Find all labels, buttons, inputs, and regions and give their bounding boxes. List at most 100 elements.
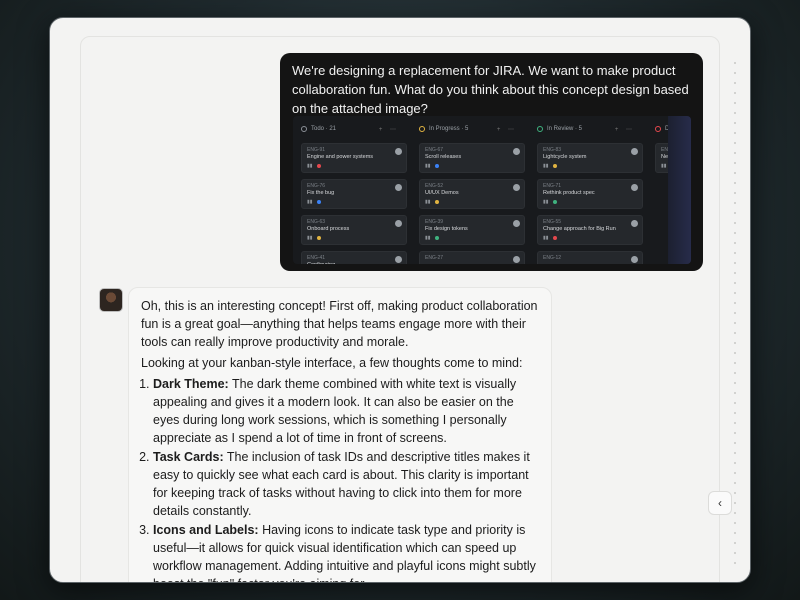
kanban-card: ENG-83 Lightcycle system ▮▮ [537,143,643,173]
kanban-column-title: In Progress · 5 [429,126,469,132]
status-dot-icon [419,126,425,132]
card-title: Lightcycle system [543,154,587,160]
card-title: Change approach for Big Run [543,226,616,232]
assistant-points-list: Dark Theme: The dark theme combined with… [141,375,539,582]
priority-icon: ▮▮ [307,163,313,169]
assignee-avatar [513,148,520,155]
card-id: ENG-71 [543,183,562,189]
card-title: Configuring [307,262,401,264]
card-title: Onboard process [307,226,350,232]
label-dot-icon [552,200,557,204]
status-dot-icon [537,126,543,132]
label-dot-icon [434,236,439,240]
label-dot-icon [316,200,321,204]
chat-window: We're designing a replacement for JIRA. … [49,17,751,583]
card-id: ENG-55 [543,219,562,225]
kanban-column-header: Todo · 21 + ⋯ [301,123,405,135]
kanban-card: ENG-76 Fix the bug ▮▮ [301,179,407,209]
card-title: Fix design tokens [425,226,468,232]
priority-icon: ▮▮ [307,235,313,241]
priority-icon: ▮▮ [543,199,549,205]
assignee-avatar [395,184,402,191]
column-actions-icon: + ⋯ [496,126,517,133]
card-id: ENG-39 [425,219,444,225]
assignee-avatar [631,256,638,263]
priority-icon: ▮▮ [543,163,549,169]
point-title: Task Cards: [153,450,224,464]
kanban-column-header: In Review · 5 + ⋯ [537,123,641,135]
kanban-column-title: Todo · 21 [311,126,337,132]
card-meta: ▮▮ [543,199,637,205]
label-dot-icon [316,236,321,240]
priority-icon: ▮▮ [425,163,431,169]
card-title: Scroll releases [425,154,462,160]
kanban-card: ENG-39 Fix design tokens ▮▮ [419,215,525,245]
kanban-column: Todo · 21 + ⋯ ENG-91 Engine and power syste… [293,116,407,264]
card-meta: ▮▮ [425,199,519,205]
kanban-column-header: In Progress · 5 + ⋯ [419,123,523,135]
assignee-avatar [513,256,520,263]
card-id: ENG-83 [543,147,562,153]
priority-icon: ▮▮ [425,199,431,205]
assignee-avatar [631,148,638,155]
card-title: Fix the bug [307,190,335,196]
kanban-card: ENG-52 UI/UX Demos ▮▮ [419,179,525,209]
assignee-avatar [631,184,638,191]
priority-icon: ▮▮ [661,163,667,169]
assignee-avatar [513,184,520,191]
card-meta: ▮▮ [425,235,519,241]
kanban-card: ENG-71 Rethink product spec ▮▮ [537,179,643,209]
board-edge-glow [668,116,691,264]
label-dot-icon [316,164,321,168]
attached-kanban-image[interactable]: Todo · 21 + ⋯ ENG-91 Engine and power syste… [293,116,691,264]
card-meta: ▮▮ [307,199,401,205]
card-title: Engine and power systems [307,154,374,160]
card-meta: ▮▮ [307,235,401,241]
label-dot-icon [434,200,439,204]
assignee-avatar [395,148,402,155]
column-actions-icon: + ⋯ [378,126,399,133]
list-item: Task Cards: The inclusion of task IDs an… [153,448,539,520]
card-id: ENG-91 [307,147,326,153]
assistant-intro: Oh, this is an interesting concept! Firs… [141,299,538,349]
card-title: Rethink product spec [543,190,595,196]
label-dot-icon [552,164,557,168]
status-dot-icon [301,126,307,132]
assignee-avatar [395,220,402,227]
user-message: We're designing a replacement for JIRA. … [280,53,703,271]
label-dot-icon [434,164,439,168]
card-meta: ▮▮ [543,235,637,241]
kanban-column: In Progress · 5 + ⋯ ENG-67 Scroll releases ▮… [411,116,525,264]
card-meta: ▮▮ [543,163,637,169]
priority-icon: ▮▮ [543,235,549,241]
label-dot-icon [552,236,557,240]
kanban-card: ENG-91 Engine and power systems ▮▮ [301,143,407,173]
priority-icon: ▮▮ [307,199,313,205]
card-meta: ▮▮ [307,163,401,169]
priority-icon: ▮▮ [425,235,431,241]
user-message-text: We're designing a replacement for JIRA. … [292,63,689,116]
assignee-avatar [631,220,638,227]
kanban-card: ENG-41Configuring▮▮ [301,251,407,264]
assistant-lead: Looking at your kanban-style interface, … [141,356,523,370]
column-actions-icon: + ⋯ [614,126,635,133]
chevron-left-icon: ‹ [718,496,722,510]
assignee-avatar [513,220,520,227]
assignee-avatar [395,256,402,263]
card-id: ENG-76 [307,183,326,189]
list-item: Icons and Labels: Having icons to indica… [153,521,539,582]
kanban-card: ENG-55 Change approach for Big Run ▮▮ [537,215,643,245]
kanban-card: ENG-63 Onboard process ▮▮ [301,215,407,245]
kanban-card: ENG-67 Scroll releases ▮▮ [419,143,525,173]
card-title: UI/UX Demos [425,190,459,196]
kanban-column-title: In Review · 5 [547,126,583,132]
assistant-message: Oh, this is an interesting concept! Firs… [128,287,552,582]
card-id: ENG-52 [425,183,444,189]
card-meta: ▮▮ [425,163,519,169]
collapse-sidebar-button[interactable]: ‹ [708,491,732,515]
list-item: Dark Theme: The dark theme combined with… [153,375,539,447]
card-id: ENG-41 [307,255,326,261]
scroll-rail[interactable] [734,58,736,572]
kanban-card: ENG-27▮▮ [419,251,525,264]
kanban-column: In Review · 5 + ⋯ ENG-83 Lightcycle system ▮… [529,116,643,264]
